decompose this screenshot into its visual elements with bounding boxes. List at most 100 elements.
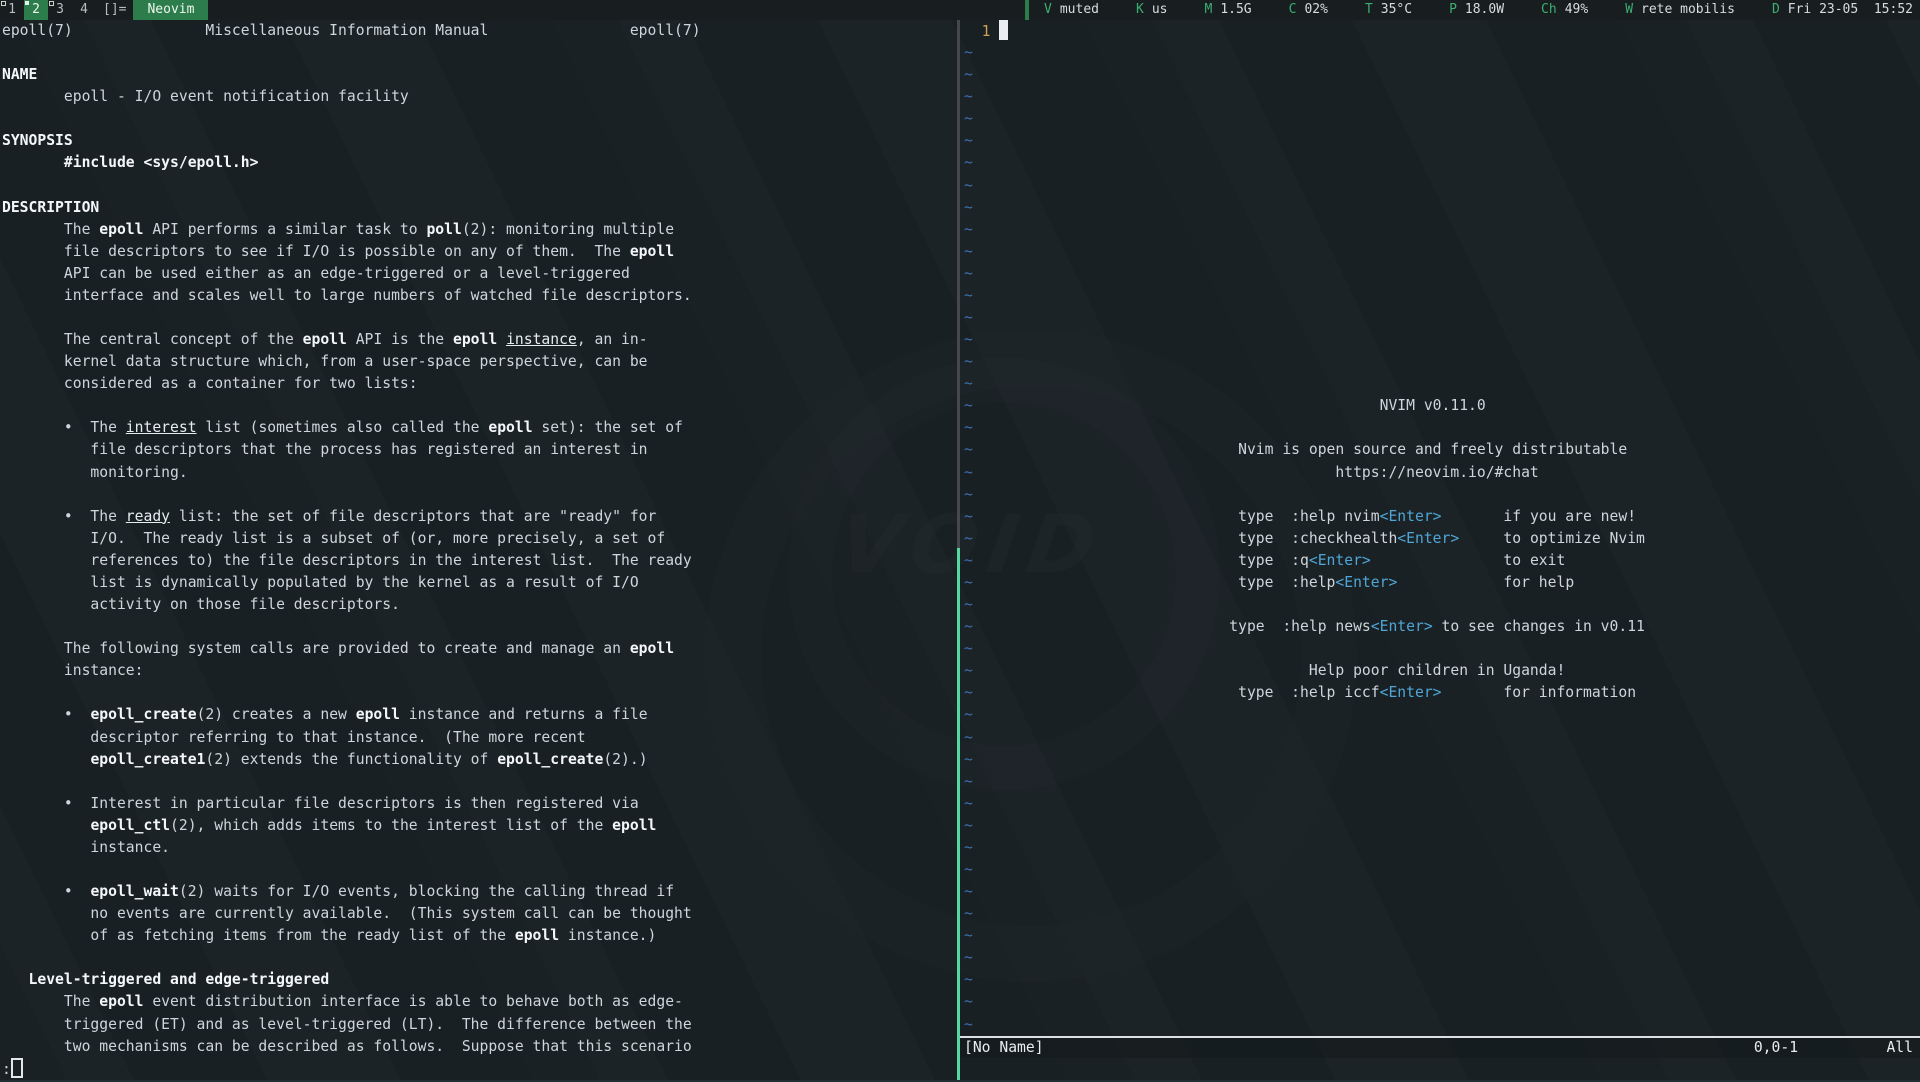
status-label: V [1044, 2, 1052, 17]
text-row: of as fetching items from the ready list… [2, 925, 957, 947]
text-row: SYNOPSIS [2, 130, 957, 152]
text-row: epoll(7) Miscellaneous Information Manua… [2, 20, 957, 42]
status-value: rete mobilis [1641, 2, 1735, 17]
text-row: The epoll event distribution interface i… [2, 991, 957, 1013]
text-row [2, 175, 957, 197]
text-row: references to) the file descriptors in t… [2, 550, 957, 572]
text-row: ~ Nvim is open source and freely distrib… [964, 439, 1920, 461]
text-row: ~ [964, 241, 1920, 263]
text-row: ~ [964, 263, 1920, 285]
text-row: epoll_ctl(2), which adds items to the in… [2, 815, 957, 837]
text-row [2, 947, 957, 969]
status-value: 35°C [1381, 2, 1412, 17]
text-row: API can be used either as an edge-trigge… [2, 263, 957, 285]
text-row: ~ [964, 351, 1920, 373]
ruler: 0,0-1 All [1754, 1039, 1913, 1056]
text-row: kernel data structure which, from a user… [2, 351, 957, 373]
text-row: epoll - I/O event notification facility [2, 86, 957, 108]
text-row: instance: [2, 660, 957, 682]
status-item-D: DFri 23-05 15:52 [1772, 0, 1913, 20]
text-row: DESCRIPTION [2, 197, 957, 219]
workspace-tag-2[interactable]: 2 [24, 0, 48, 20]
text-row: ~ type :checkhealth<Enter> to optimize N… [964, 528, 1920, 550]
nvim-buffer-area: 1 ~~~~~~~~~~~~~~~~~ NVIM v0.11.0~~ Nvim … [960, 20, 1920, 1036]
status-item-M: M1.5G [1204, 0, 1251, 20]
workspace-tag-1[interactable]: 1 [0, 0, 24, 20]
text-row: ~ [964, 903, 1920, 925]
text-row: NAME [2, 64, 957, 86]
text-row: I/O. The ready list is a subset of (or, … [2, 528, 957, 550]
text-row [2, 108, 957, 130]
text-row: ~ [964, 307, 1920, 329]
text-row: ~ type :help<Enter> for help [964, 572, 1920, 594]
text-row: ~ [964, 373, 1920, 395]
text-row: ~ [964, 749, 1920, 771]
window-title: Neovim [133, 0, 208, 20]
tag-label: 3 [56, 2, 64, 17]
text-row [2, 307, 957, 329]
text-row: #include <sys/epoll.h> [2, 152, 957, 174]
status-label: Ch [1541, 2, 1557, 17]
text-row: ~ [964, 837, 1920, 859]
tag-client-indicator [25, 1, 29, 5]
status-items: VmutedKusM1.5GC02%T35°CP18.0WCh49%Wrete … [1044, 0, 1913, 20]
terminal-man-page[interactable]: epoll(7) Miscellaneous Information Manua… [0, 20, 957, 1080]
text-row: no events are currently available. (This… [2, 903, 957, 925]
text-row: instance. [2, 837, 957, 859]
text-row [2, 616, 957, 638]
layout-symbol[interactable]: []= [96, 0, 133, 20]
tag-label: 4 [80, 2, 88, 17]
text-row: file descriptors to see if I/O is possib… [2, 241, 957, 263]
text-row: monitoring. [2, 462, 957, 484]
workspace-tag-4[interactable]: 4 [72, 0, 96, 20]
text-row: • epoll_wait(2) waits for I/O events, bl… [2, 881, 957, 903]
text-row: ~ [964, 1014, 1920, 1036]
status-label: T [1365, 2, 1373, 17]
text-row: ~ NVIM v0.11.0 [964, 395, 1920, 417]
text-row [2, 771, 957, 793]
text-row: considered as a container for two lists: [2, 373, 957, 395]
text-row: ~ [964, 704, 1920, 726]
text-row: ~ [964, 881, 1920, 903]
text-row: two mechanisms can be described as follo… [2, 1036, 957, 1058]
text-row: ~ type :help news<Enter> to see changes … [964, 616, 1920, 638]
neovim-window[interactable]: 1 ~~~~~~~~~~~~~~~~~ NVIM v0.11.0~~ Nvim … [960, 20, 1920, 1080]
text-row: ~ [964, 947, 1920, 969]
tag-label: 1 [8, 2, 16, 17]
text-row: ~ type :help nvim<Enter> if you are new! [964, 506, 1920, 528]
text-row: : [2, 1058, 957, 1080]
text-row: • The ready list: the set of file descri… [2, 506, 957, 528]
text-row: ~ [964, 594, 1920, 616]
text-row: epoll_create1(2) extends the functionali… [2, 749, 957, 771]
text-row: The central concept of the epoll API is … [2, 329, 957, 351]
text-row: triggered (ET) and as level-triggered (L… [2, 1014, 957, 1036]
text-row: • The interest list (sometimes also call… [2, 417, 957, 439]
status-label: D [1772, 2, 1780, 17]
scrollbar-thumb[interactable] [957, 548, 960, 1080]
text-row: The following system calls are provided … [2, 638, 957, 660]
tag-client-indicator [1, 1, 6, 6]
status-label: C [1289, 2, 1297, 17]
text-row: activity on those file descriptors. [2, 594, 957, 616]
text-row: The epoll API performs a similar task to… [2, 219, 957, 241]
text-row: ~ [964, 925, 1920, 947]
nvim-cmdline [960, 1058, 1920, 1080]
text-row: ~ [964, 86, 1920, 108]
text-row: ~ [964, 969, 1920, 991]
window-separator [957, 20, 960, 1080]
text-row: ~ [964, 152, 1920, 174]
text-row: ~ type :help iccf<Enter> for information [964, 682, 1920, 704]
text-row: list is dynamically populated by the ker… [2, 572, 957, 594]
status-value: us [1152, 2, 1168, 17]
workspace-tag-3[interactable]: 3 [48, 0, 72, 20]
status-item-K: Kus [1136, 0, 1167, 20]
status-label: K [1136, 2, 1144, 17]
text-row [2, 395, 957, 417]
text-row: ~ type :q<Enter> to exit [964, 550, 1920, 572]
status-item-C: C02% [1289, 0, 1328, 20]
text-row: interface and scales well to large numbe… [2, 285, 957, 307]
text-row [2, 484, 957, 506]
text-row: ~ [964, 42, 1920, 64]
text-row: ~ [964, 638, 1920, 660]
status-value: 49% [1565, 2, 1588, 17]
